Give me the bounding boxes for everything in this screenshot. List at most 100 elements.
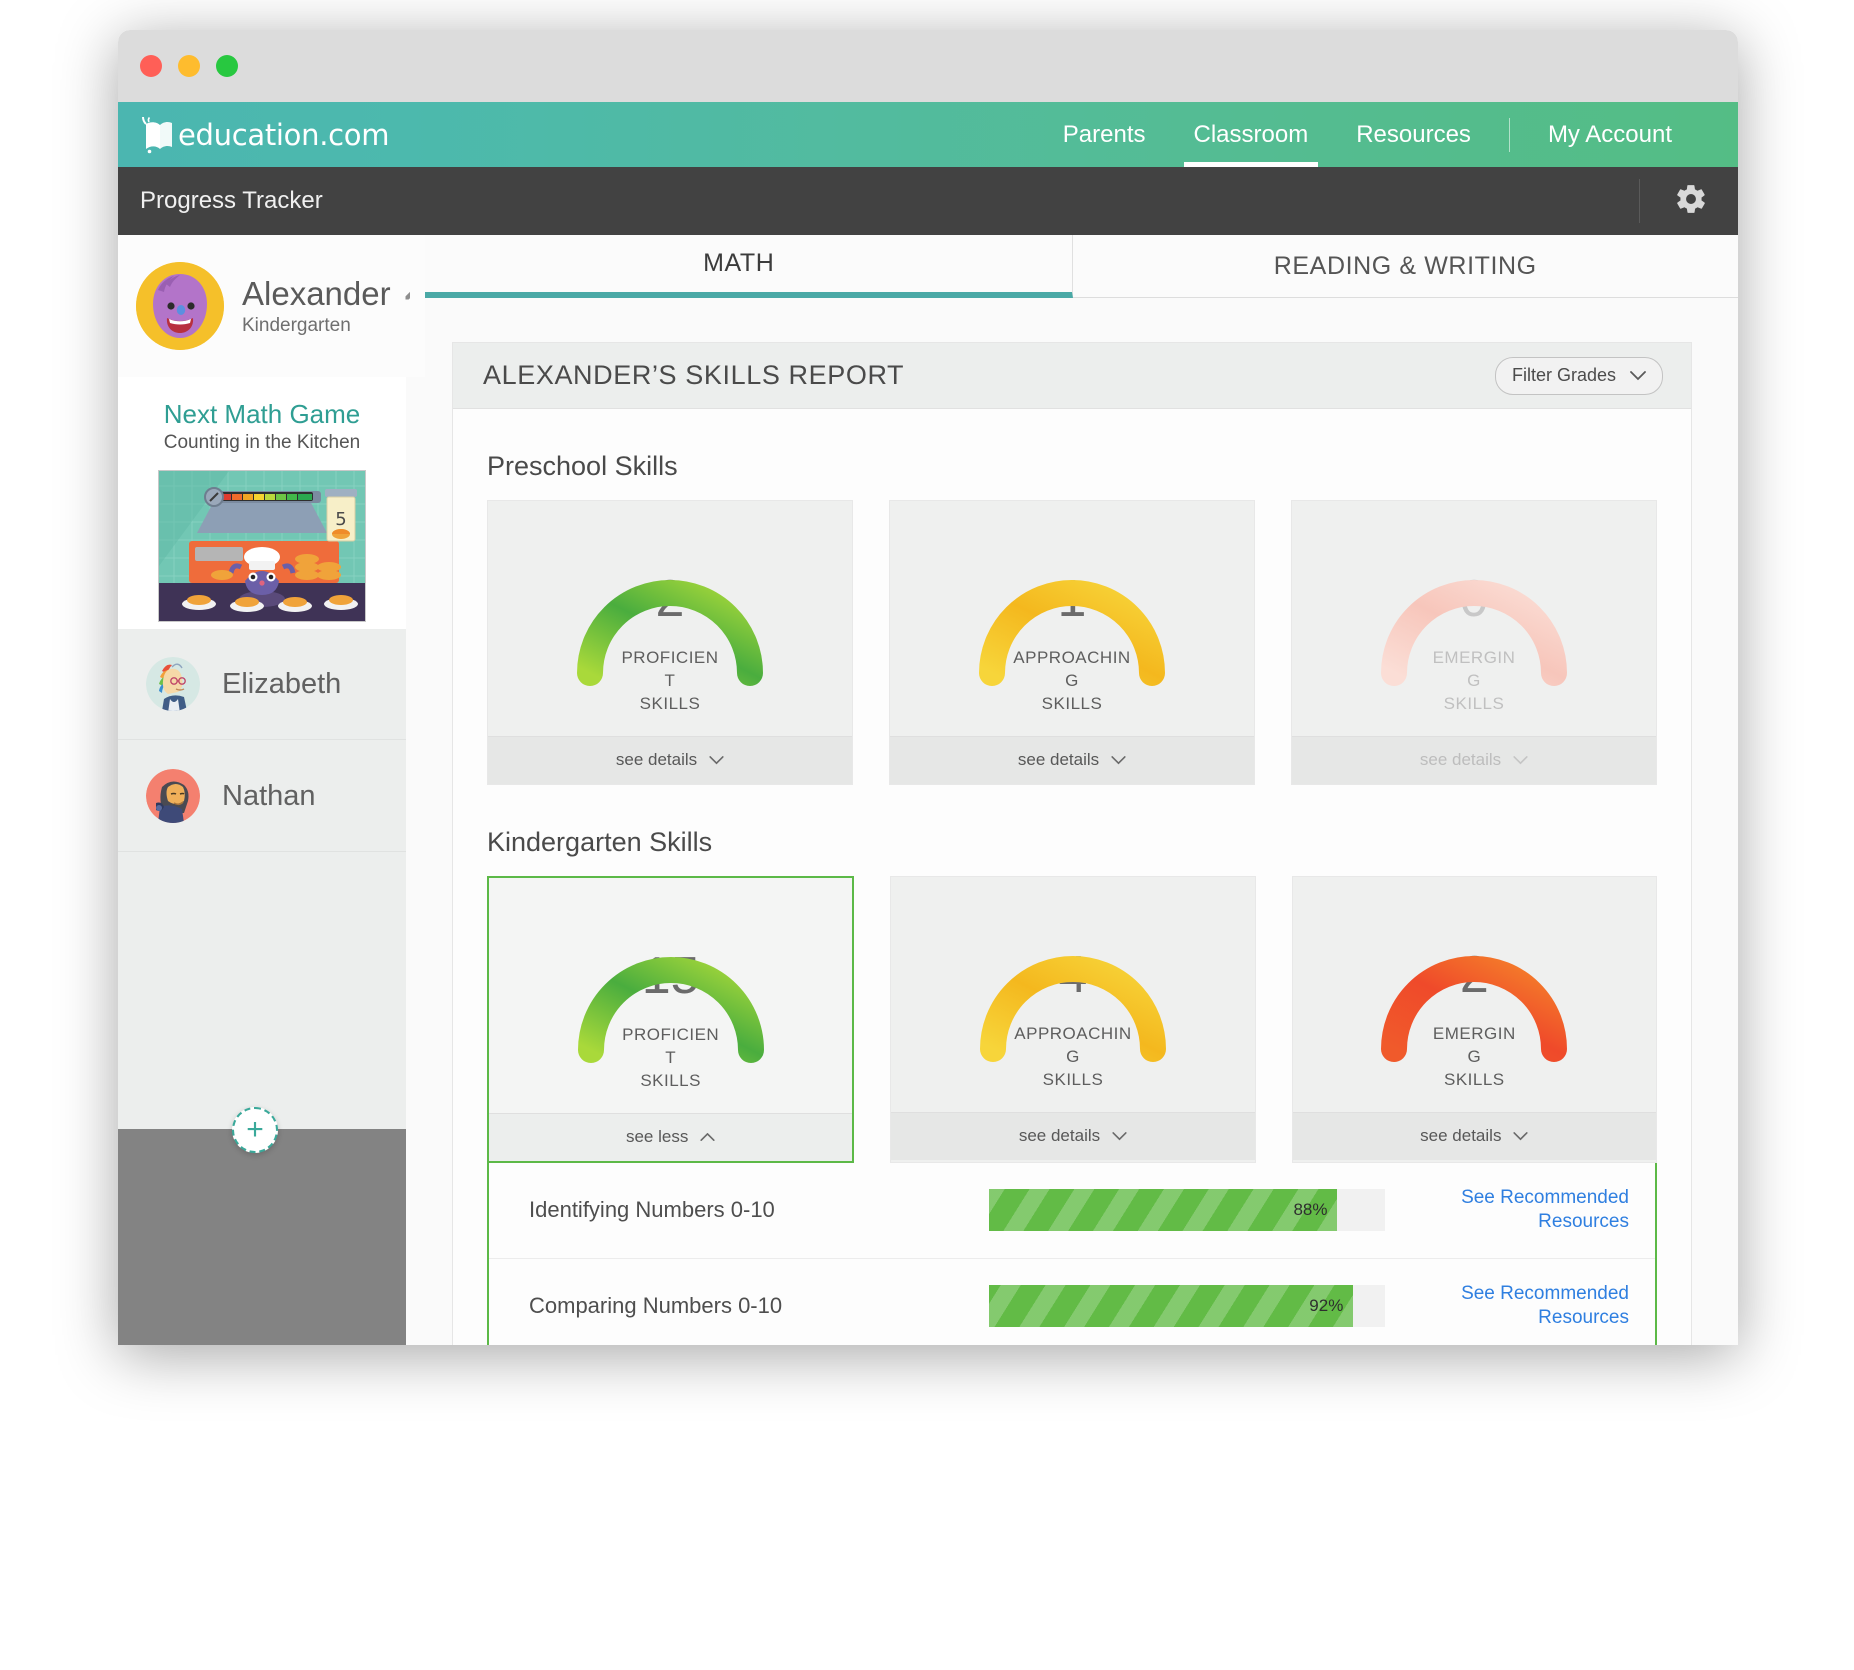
see-recommended-resources-link[interactable]: See Recommended Resources — [1419, 1282, 1629, 1330]
avatar — [136, 262, 224, 350]
minimize-window-button[interactable] — [178, 55, 200, 77]
tab-math[interactable]: MATH — [406, 235, 1073, 298]
site-top-navigation: education.com Parents Classroom Resource… — [118, 102, 1738, 167]
section-title-preschool: Preschool Skills — [487, 451, 678, 481]
see-details-label: see details — [1420, 1126, 1502, 1146]
student-grade: Kindergarten — [242, 315, 351, 336]
gauge-card-preschool-approaching: 1 APPROACHIN G SKILLS see details — [889, 500, 1255, 785]
gauge-label-line3: SKILLS — [1443, 1069, 1505, 1089]
kindergarten-gauge-grid: 15 PROFICIEN T SKILLS see less 4 APPROAC… — [453, 875, 1691, 1163]
see-details-button[interactable]: see details — [1292, 735, 1656, 784]
page-subheader: Progress Tracker — [118, 167, 1738, 235]
nav-link-resources[interactable]: Resources — [1332, 102, 1495, 167]
nav-links: Parents Classroom Resources My Account — [1039, 102, 1738, 167]
preschool-gauge-grid: 2 PROFICIEN T SKILLS see details 1 APPRO… — [453, 500, 1691, 785]
report-title: ALEXANDER’S SKILLS REPORT — [483, 360, 905, 390]
see-details-label: see details — [615, 750, 698, 770]
chevron-down-icon — [1513, 750, 1528, 770]
see-details-label: see details — [1017, 750, 1100, 770]
filter-grades-dropdown[interactable]: Filter Grades — [1494, 356, 1663, 395]
section-title-kindergarten: Kindergarten Skills — [487, 826, 713, 857]
skills-detail-list: Identifying Numbers 0-10 88% See Recomme… — [487, 1162, 1657, 1345]
plus-icon: + — [246, 1113, 264, 1146]
link-line1: See Recommended — [1461, 1283, 1629, 1305]
gauge-label-line3: SKILLS — [1042, 1069, 1104, 1089]
see-details-button[interactable]: see details — [1292, 1111, 1656, 1160]
skills-report-card: ALEXANDER’S SKILLS REPORT Filter Grades … — [452, 342, 1692, 1345]
list-item-label: Elizabeth — [222, 667, 342, 700]
gauge-label-line3: SKILLS — [640, 1070, 701, 1090]
see-less-button[interactable]: see less — [489, 1112, 853, 1161]
subject-tabs: MATH READING & WRITING — [406, 235, 1738, 298]
nav-link-parents[interactable]: Parents — [1039, 102, 1170, 167]
maximize-window-button[interactable] — [216, 55, 238, 77]
gauge-label-line3: SKILLS — [1041, 693, 1103, 713]
progress-bar: 92% — [989, 1285, 1385, 1328]
add-student-button[interactable]: + — [232, 1107, 278, 1153]
see-less-label: see less — [625, 1127, 689, 1147]
students-sidebar: Alexander Kindergarten Next Math Game Co… — [118, 235, 425, 1345]
gauge-card-kindergarten-proficient: 15 PROFICIEN T SKILLS see less — [487, 875, 855, 1163]
app-body: Alexander Kindergarten Next Math Game Co… — [118, 235, 1738, 1345]
gauge-label-line3: SKILLS — [1443, 693, 1505, 713]
see-recommended-resources-link[interactable]: See Recommended Resources — [1419, 1186, 1629, 1234]
see-details-label: see details — [1018, 1126, 1101, 1146]
gauge-emerging — [1364, 523, 1584, 691]
gear-icon[interactable] — [1674, 182, 1708, 221]
gauge-approaching — [963, 899, 1183, 1067]
logo-text: education.com — [178, 117, 390, 152]
progress-bar: 88% — [989, 1189, 1385, 1232]
avatar — [146, 657, 200, 711]
progress-bar-fill: 88% — [989, 1189, 1338, 1232]
progress-percent: 92% — [1309, 1296, 1344, 1316]
gauge-card-kindergarten-emerging: 2 EMERGIN G SKILLS see details — [1291, 875, 1657, 1163]
nav-link-my-account[interactable]: My Account — [1524, 102, 1696, 167]
filter-grades-label: Filter Grades — [1511, 365, 1616, 385]
sidebar-empty-area — [118, 1129, 406, 1345]
game-thumbnail[interactable]: 5 — [158, 470, 366, 622]
gauge-emerging — [1364, 899, 1584, 1067]
avatar — [146, 769, 200, 823]
skill-name: Comparing Numbers 0-10 — [529, 1293, 783, 1319]
settings-area — [1639, 179, 1738, 223]
gauge-proficient — [561, 900, 781, 1068]
link-line1: See Recommended — [1461, 1187, 1629, 1209]
close-window-button[interactable] — [140, 55, 162, 77]
gauge-card-preschool-emerging: 0 EMERGIN G SKILLS see details — [1291, 500, 1657, 785]
pencil-icon[interactable] — [403, 282, 423, 307]
next-game-title: Counting in the Kitchen — [163, 432, 361, 453]
chevron-down-icon — [1111, 750, 1126, 770]
gauge-card-preschool-proficient: 2 PROFICIEN T SKILLS see details — [487, 500, 853, 785]
page-title: Progress Tracker — [140, 187, 323, 214]
education-logo[interactable]: education.com — [140, 116, 389, 154]
chevron-down-icon — [1630, 365, 1646, 386]
student-name: Alexander — [242, 275, 391, 312]
gauge-proficient — [560, 523, 780, 691]
list-item[interactable]: Elizabeth — [118, 629, 406, 740]
see-details-button[interactable]: see details — [890, 735, 1254, 784]
chevron-down-icon — [709, 750, 724, 770]
see-details-button[interactable]: see details — [891, 1111, 1255, 1160]
table-row: Comparing Numbers 0-10 92% See Recommend… — [489, 1259, 1655, 1345]
gauge-approaching — [962, 523, 1182, 691]
main-content: MATH READING & WRITING ALEXANDER’S SKILL… — [406, 235, 1738, 1345]
window-titlebar — [118, 30, 1738, 102]
browser-window: education.com Parents Classroom Resource… — [118, 30, 1738, 1345]
link-line2: Resources — [1538, 1307, 1629, 1329]
table-row: Identifying Numbers 0-10 88% See Recomme… — [489, 1163, 1655, 1259]
nav-link-classroom[interactable]: Classroom — [1170, 102, 1333, 167]
active-student-profile[interactable]: Alexander Kindergarten — [118, 235, 425, 377]
progress-percent: 88% — [1293, 1200, 1328, 1220]
chevron-down-icon — [1513, 1126, 1529, 1146]
book-icon — [140, 116, 174, 154]
skill-name: Identifying Numbers 0-10 — [529, 1197, 775, 1223]
list-item-label: Nathan — [222, 779, 316, 812]
subheader-separator — [1639, 179, 1640, 223]
chevron-up-icon — [700, 1127, 715, 1147]
see-details-button[interactable]: see details — [488, 735, 852, 784]
list-item[interactable]: Nathan — [118, 741, 406, 852]
tab-reading-writing[interactable]: READING & WRITING — [1072, 235, 1738, 298]
progress-bar-fill: 92% — [989, 1285, 1354, 1328]
see-details-label: see details — [1419, 750, 1502, 770]
gauge-label-line3: SKILLS — [639, 693, 701, 713]
